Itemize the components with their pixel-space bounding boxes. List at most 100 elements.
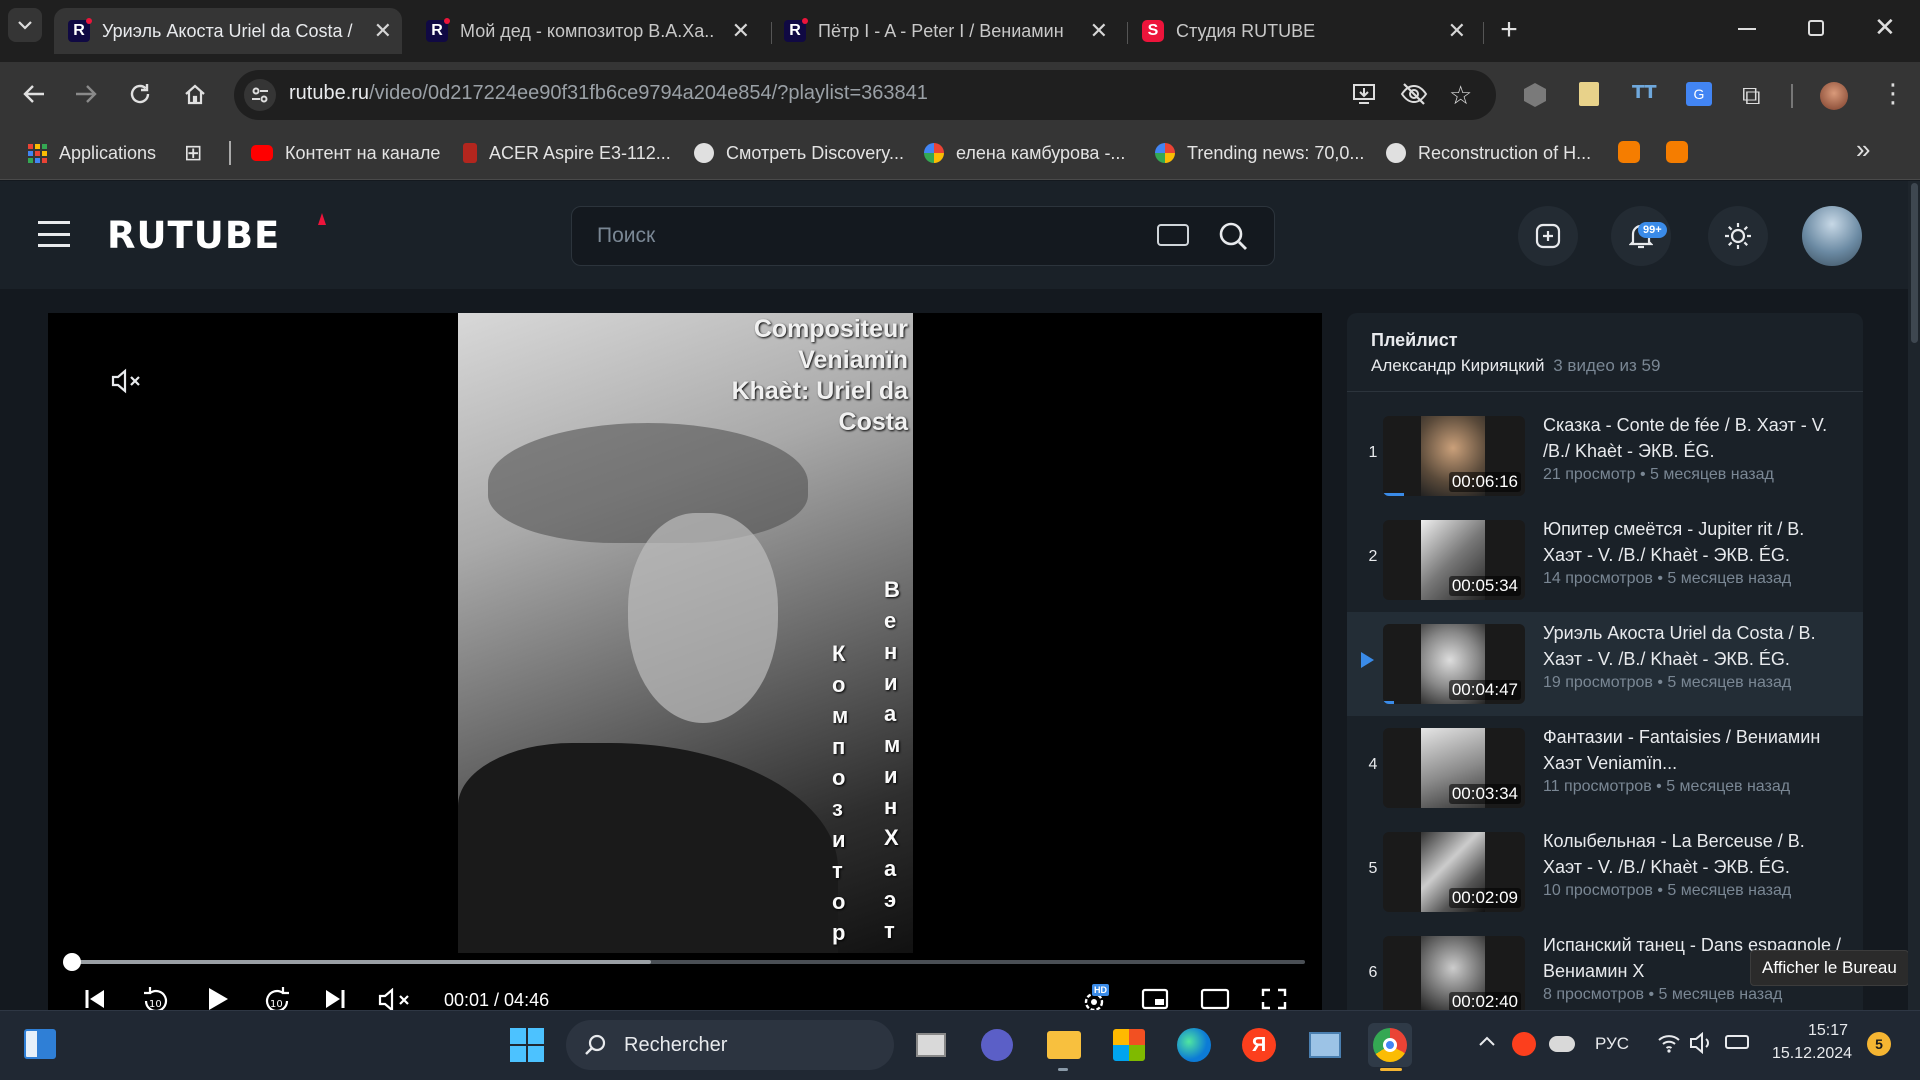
bookmark-label: Смотреть Discovery... xyxy=(726,142,904,163)
close-icon[interactable]: ✕ xyxy=(732,18,750,44)
browser-menu-icon[interactable]: ⋮ xyxy=(1880,80,1906,106)
minimize-button[interactable] xyxy=(1738,28,1756,30)
close-icon[interactable]: ✕ xyxy=(1448,18,1466,44)
bookmark-acer[interactable]: ACER Aspire E3-112... xyxy=(463,138,671,168)
upload-video-button[interactable] xyxy=(1518,206,1578,266)
wifi-icon[interactable] xyxy=(1657,1032,1681,1059)
cloud-icon[interactable] xyxy=(1549,1036,1575,1052)
window-close-button[interactable]: ✕ xyxy=(1874,12,1896,43)
site-info-icon[interactable] xyxy=(244,79,276,111)
bookmark-star-icon[interactable]: ☆ xyxy=(1449,80,1472,111)
tab-title: Уриэль Акоста Uriel da Costa / xyxy=(102,20,353,41)
muted-indicator-icon[interactable] xyxy=(110,368,142,399)
file-explorer-icon[interactable] xyxy=(1042,1023,1086,1067)
rutube-logo[interactable]: RUTUBE xyxy=(107,214,280,257)
playlist-thumbnail[interactable]: 00:03:34 xyxy=(1383,728,1525,808)
bookmark-kamburova[interactable]: елена камбурова -... xyxy=(924,138,1125,168)
hamburger-menu-icon[interactable] xyxy=(38,221,70,247)
blogger-icon[interactable] xyxy=(1618,141,1640,163)
home-icon[interactable] xyxy=(175,74,215,114)
search-icon[interactable] xyxy=(1218,221,1248,256)
meta-separator: • xyxy=(1657,882,1663,899)
playlist-item-title[interactable]: Фантазии - Fantaisies / Вениамин Хаэт Ve… xyxy=(1543,724,1843,776)
keyboard-icon[interactable] xyxy=(1157,224,1189,246)
tab-studio-rutube[interactable]: S Студия RUTUBE ✕ xyxy=(1128,8,1476,54)
taskbar-search-label: Rechercher xyxy=(624,1033,728,1056)
theater-icon xyxy=(1200,988,1230,1010)
bookmark-applications[interactable]: Applications xyxy=(28,138,156,168)
playlist-thumbnail[interactable]: 00:05:34 xyxy=(1383,520,1525,600)
more-bookmarks-icon[interactable]: » xyxy=(1856,134,1870,165)
progress-handle[interactable] xyxy=(63,953,81,971)
extension-tt-icon[interactable]: ꓔꓔ xyxy=(1632,82,1657,103)
language-indicator[interactable]: РУС xyxy=(1595,1034,1629,1054)
reload-icon[interactable] xyxy=(120,74,160,114)
bookmark-label: Reconstruction of H... xyxy=(1418,142,1592,163)
playlist-thumbnail[interactable]: 00:02:40 xyxy=(1383,936,1525,1016)
eye-off-icon[interactable] xyxy=(1400,82,1428,111)
battery-icon[interactable] xyxy=(1725,1035,1749,1049)
yandex-tray-icon[interactable] xyxy=(1512,1032,1536,1056)
close-icon[interactable]: ✕ xyxy=(374,18,392,44)
tab-moy-ded[interactable]: R Мой дед - композитор В.А.Ха... ✕ xyxy=(412,8,760,54)
playlist-item[interactable]: 4 00:03:34 Фантазии - Fantaisies / Вениами… xyxy=(1347,716,1863,820)
playlist-item-title[interactable]: Колыбельная - La Berceuse / В. Хаэт - V.… xyxy=(1543,828,1843,880)
chrome-icon[interactable] xyxy=(1368,1023,1412,1067)
close-icon[interactable]: ✕ xyxy=(1090,18,1108,44)
tab-groups-icon[interactable]: ⊞ xyxy=(184,138,202,168)
hd-badge: HD xyxy=(1092,984,1109,996)
new-tab-button[interactable]: + xyxy=(1494,10,1524,50)
blogger-icon[interactable] xyxy=(1666,141,1688,163)
taskbar-search[interactable]: Rechercher xyxy=(566,1020,894,1070)
scrollbar-thumb[interactable] xyxy=(1911,183,1918,343)
extensions-puzzle-icon[interactable]: ⧉ xyxy=(1742,80,1761,112)
forward-arrow-icon[interactable] xyxy=(66,74,106,114)
playlist-item[interactable]: 5 00:02:09 Колыбельная - La Berceuse / В. … xyxy=(1347,820,1863,924)
extension-book-icon[interactable] xyxy=(1579,82,1599,106)
bookmark-discovery[interactable]: Смотреть Discovery... xyxy=(694,138,904,168)
notification-count-badge[interactable]: 5 xyxy=(1867,1032,1891,1056)
playlist-item-title[interactable]: Сказка - Conte de fée / В. Хаэт - V. /B.… xyxy=(1543,412,1843,464)
bookmark-reconstruction[interactable]: Reconstruction of H... xyxy=(1386,138,1591,168)
install-app-icon[interactable] xyxy=(1352,82,1378,111)
theme-toggle-button[interactable] xyxy=(1708,206,1768,266)
bookmark-kontent[interactable]: Контент на канале xyxy=(251,138,440,168)
yandex-browser-icon[interactable]: Я xyxy=(1237,1023,1281,1067)
google-translate-icon[interactable]: G xyxy=(1686,82,1712,106)
watched-progress xyxy=(1383,701,1395,704)
playlist-item-title[interactable]: Юпитер смеётся - Jupiter rit / В. Хаэт -… xyxy=(1543,516,1843,568)
user-avatar[interactable] xyxy=(1802,206,1862,266)
windows-logo-icon xyxy=(510,1028,544,1062)
microsoft-store-icon[interactable] xyxy=(1107,1023,1151,1067)
tab-uriel-da-costa[interactable]: R Уриэль Акоста Uriel da Costa / ✕ xyxy=(54,8,402,54)
bookmark-trending[interactable]: Trending news: 70,0... xyxy=(1155,138,1364,168)
playlist-item-title[interactable]: Уриэль Акоста Uriel da Costa / В. Хаэт -… xyxy=(1543,620,1843,672)
tray-overflow-icon[interactable] xyxy=(1478,1034,1496,1052)
playlist-item[interactable]: 1 00:06:16 Сказка - Conte de fée / В. Хаэт… xyxy=(1347,404,1863,508)
clock-date[interactable]: 15.12.2024 xyxy=(1772,1045,1852,1063)
playlist-thumbnail[interactable]: 00:06:16 xyxy=(1383,416,1525,496)
tab-search-button[interactable] xyxy=(8,8,42,42)
tab-peter-i[interactable]: R Пётр I - A - Peter I / Вениамин ✕ xyxy=(770,8,1118,54)
restore-button[interactable] xyxy=(1808,20,1824,36)
speaker-icon[interactable] xyxy=(1689,1031,1713,1059)
profile-avatar-icon[interactable] xyxy=(1820,82,1848,110)
widgets-icon[interactable] xyxy=(20,1024,60,1064)
progress-track[interactable] xyxy=(71,960,1305,964)
playlist-item[interactable]: 00:04:47 Уриэль Акоста Uriel da Costa / В… xyxy=(1347,612,1863,716)
watched-progress xyxy=(1383,493,1405,496)
teams-chat-icon[interactable] xyxy=(975,1023,1019,1067)
video-duration: 00:02:09 xyxy=(1448,888,1521,908)
clock-time[interactable]: 15:17 xyxy=(1772,1022,1848,1040)
remote-desktop-icon[interactable] xyxy=(1303,1023,1347,1067)
playlist-item[interactable]: 2 00:05:34 Юпитер смеётся - Jupiter rit / … xyxy=(1347,508,1863,612)
back-arrow-icon[interactable] xyxy=(14,74,54,114)
playlist-item-meta: 8 просмотров • 5 месяцев назад xyxy=(1543,986,1782,1004)
playlist-author[interactable]: Александр Кирияцкий xyxy=(1371,356,1545,375)
playlist-thumbnail[interactable]: 00:04:47 xyxy=(1383,624,1525,704)
start-button[interactable] xyxy=(505,1023,549,1067)
task-view-icon[interactable] xyxy=(909,1023,953,1067)
edge-browser-icon[interactable] xyxy=(1172,1023,1216,1067)
playlist-thumbnail[interactable]: 00:02:09 xyxy=(1383,832,1525,912)
logo-text: RUTUBE xyxy=(107,214,281,257)
